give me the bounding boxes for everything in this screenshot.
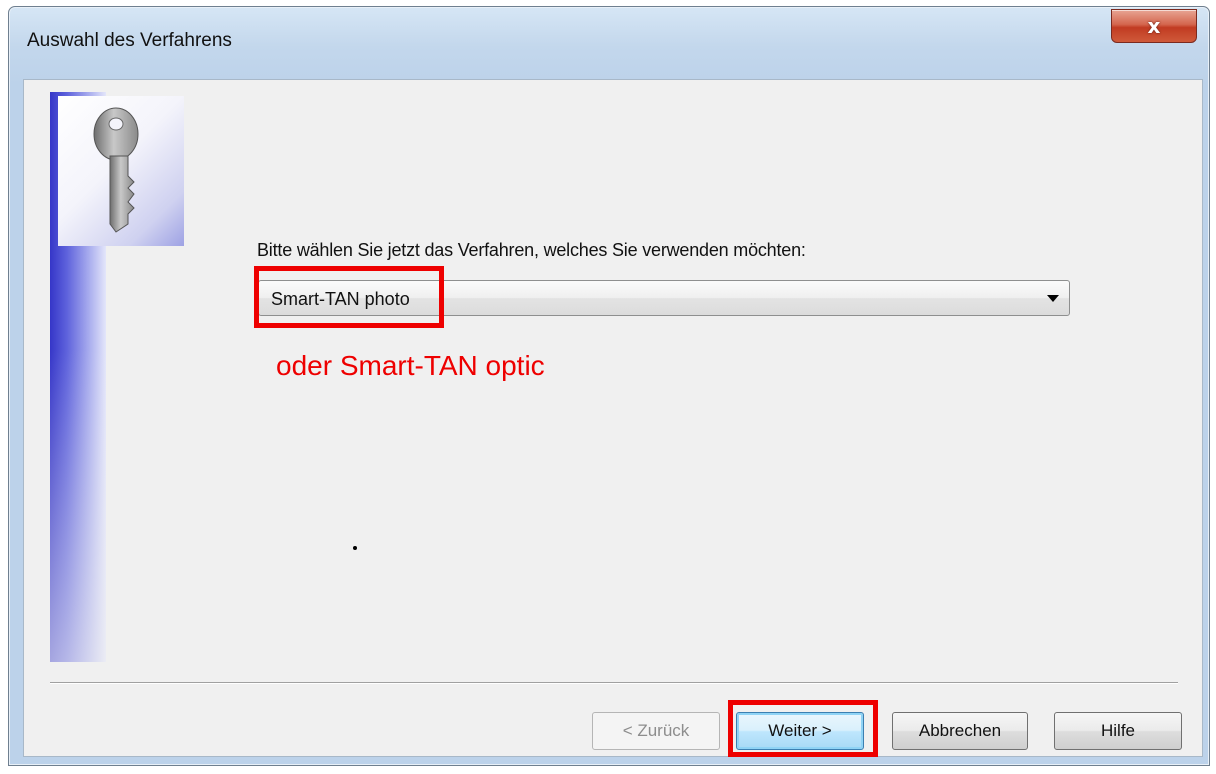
highlight-box-method xyxy=(254,266,444,328)
separator-line xyxy=(50,682,1178,684)
key-image xyxy=(58,96,184,246)
help-button[interactable]: Hilfe xyxy=(1054,712,1182,750)
key-icon xyxy=(93,107,139,233)
dialog-body: Bitte wählen Sie jetzt das Verfahren, we… xyxy=(23,79,1203,757)
window-title: Auswahl des Verfahrens xyxy=(27,30,232,51)
instruction-text: Bitte wählen Sie jetzt das Verfahren, we… xyxy=(257,240,806,260)
close-icon: x xyxy=(1147,14,1161,38)
dialog-window: Auswahl des Verfahrens x Bitte wählen Si… xyxy=(8,6,1210,766)
back-button[interactable]: < Zurück xyxy=(592,712,720,750)
stray-dot xyxy=(353,546,357,550)
chevron-down-icon[interactable] xyxy=(1047,295,1059,302)
close-button[interactable]: x xyxy=(1111,9,1197,43)
annotation-text: oder Smart-TAN optic xyxy=(276,350,545,381)
title-bar[interactable]: Auswahl des Verfahrens x xyxy=(9,7,1209,79)
highlight-box-next xyxy=(728,700,878,757)
cancel-button[interactable]: Abbrechen xyxy=(892,712,1028,750)
